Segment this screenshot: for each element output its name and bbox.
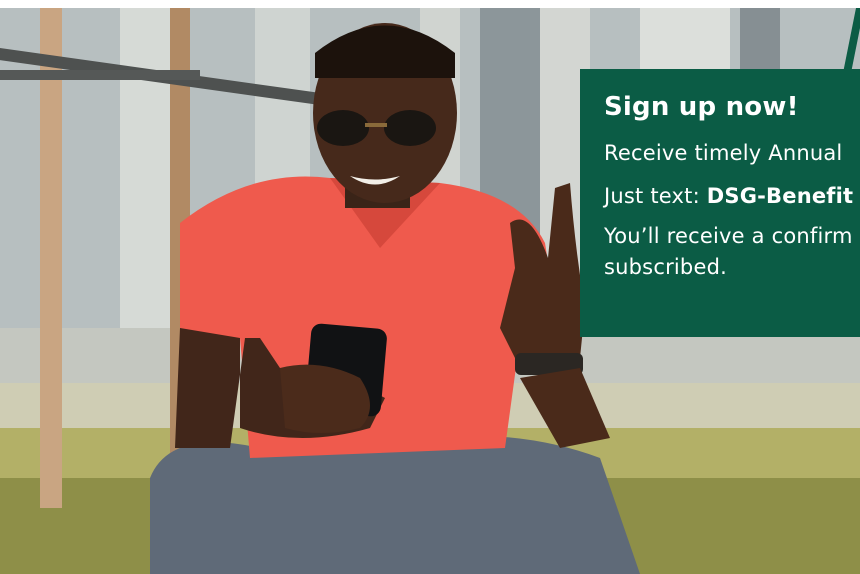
promo-line-confirmation: You’ll receive a confirm subscribed. [604, 221, 860, 283]
promo-confirmation-part1: You’ll receive a confirm [604, 224, 853, 248]
promo-line-text-keyword: Just text: DSG-Benefit [604, 182, 860, 211]
promo-confirmation-part2: subscribed. [604, 255, 727, 279]
promo-title: Sign up now! [604, 92, 799, 122]
promo-text-prefix: Just text: [604, 184, 707, 208]
decorative-slash-icon [842, 8, 860, 78]
promo-keyword: DSG-Benefit [706, 184, 854, 208]
promo-line-annual: Receive timely Annual [604, 141, 843, 165]
signup-promo-card: Sign up now! Receive timely Annual Just … [580, 69, 860, 337]
